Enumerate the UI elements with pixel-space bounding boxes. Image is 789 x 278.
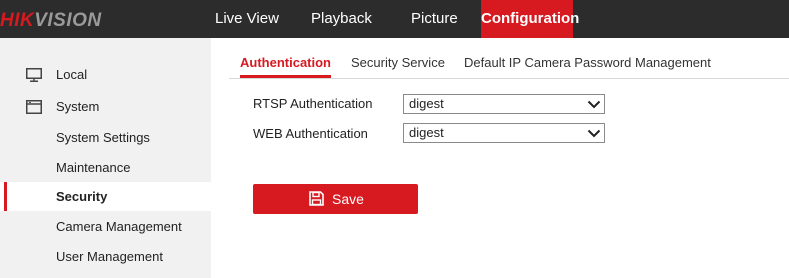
sidebar-item-label: System Settings xyxy=(56,130,150,145)
save-button[interactable]: Save xyxy=(253,184,418,214)
tab-bar: Authentication Security Service Default … xyxy=(229,45,789,79)
sidebar-item-system[interactable]: System xyxy=(0,92,211,121)
top-navigation-bar: HIKVISION Live View Playback Picture Con… xyxy=(0,0,789,38)
sidebar-item-local[interactable]: Local xyxy=(0,60,211,89)
sidebar-item-label: User Management xyxy=(56,249,163,264)
nav-configuration[interactable]: Configuration xyxy=(481,0,579,38)
sidebar-item-camera-management[interactable]: Camera Management xyxy=(0,212,211,241)
sidebar-item-label: Camera Management xyxy=(56,219,182,234)
sidebar-item-label: Security xyxy=(56,189,108,204)
hikvision-logo: HIKVISION xyxy=(0,10,102,31)
web-authentication-label: WEB Authentication xyxy=(253,126,368,141)
nav-picture[interactable]: Picture xyxy=(411,0,458,38)
sidebar-item-label: Maintenance xyxy=(56,160,131,175)
rtsp-authentication-label: RTSP Authentication xyxy=(253,96,373,111)
chevron-down-icon xyxy=(587,100,601,109)
save-button-label: Save xyxy=(332,191,364,207)
sidebar: Local System System Settings Maintenance… xyxy=(0,38,211,278)
system-window-icon xyxy=(26,100,42,114)
sidebar-item-label: Local xyxy=(56,67,88,82)
web-authentication-select[interactable]: digest xyxy=(403,123,605,143)
rtsp-authentication-value: digest xyxy=(409,96,444,111)
floppy-disk-icon xyxy=(309,191,324,206)
sidebar-item-user-management[interactable]: User Management xyxy=(0,242,211,271)
sidebar-item-security[interactable]: Security xyxy=(0,182,211,211)
sidebar-item-system-settings[interactable]: System Settings xyxy=(0,123,211,152)
tab-authentication[interactable]: Authentication xyxy=(240,45,331,78)
sidebar-item-label: System xyxy=(56,99,100,114)
chevron-down-icon xyxy=(587,129,601,138)
tab-default-ip-camera-password-management[interactable]: Default IP Camera Password Management xyxy=(464,45,711,78)
monitor-icon xyxy=(26,68,42,82)
nav-live-view[interactable]: Live View xyxy=(215,0,279,38)
rtsp-authentication-select[interactable]: digest xyxy=(403,94,605,114)
active-indicator xyxy=(4,182,7,211)
sidebar-item-maintenance[interactable]: Maintenance xyxy=(0,153,211,182)
nav-playback[interactable]: Playback xyxy=(311,0,372,38)
tab-security-service[interactable]: Security Service xyxy=(351,45,445,78)
web-authentication-value: digest xyxy=(409,125,444,140)
